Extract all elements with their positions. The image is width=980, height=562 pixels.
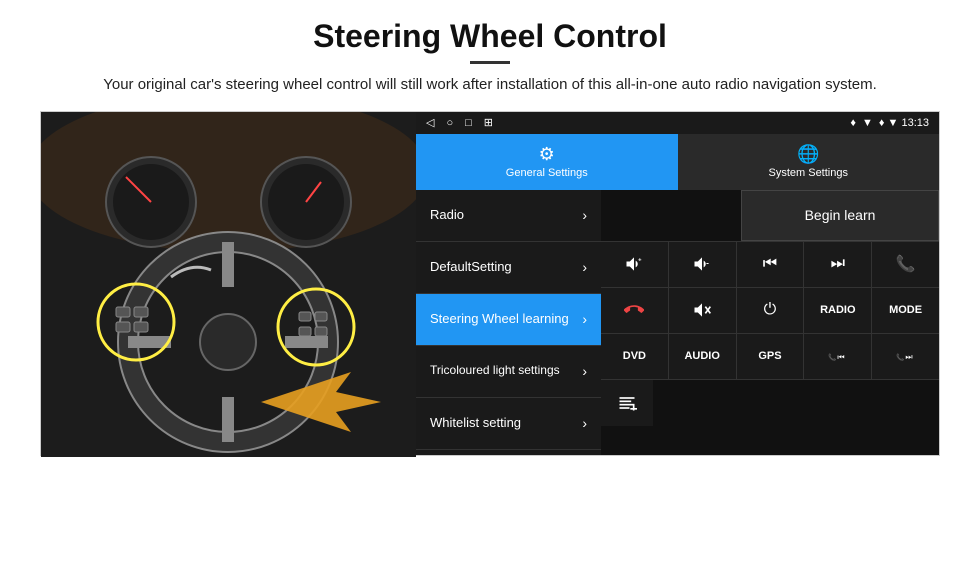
menu-item-default[interactable]: DefaultSetting › — [416, 242, 601, 294]
radio-button[interactable]: RADIO — [804, 288, 872, 333]
apps-icon[interactable]: ⊞ — [484, 116, 493, 129]
controls-row-2: ⏻ RADIO MODE — [601, 288, 939, 334]
svg-text:📞: 📞 — [828, 352, 837, 361]
tab-system[interactable]: 🌐 System Settings — [678, 134, 940, 190]
phone-hangup-button[interactable] — [601, 288, 669, 333]
svg-text:⏭: ⏭ — [905, 352, 912, 361]
next-track-button[interactable]: ⏭ — [804, 242, 872, 287]
tab-general[interactable]: ⚙ General Settings — [416, 134, 678, 190]
menu-item-steering[interactable]: Steering Wheel learning › — [416, 294, 601, 346]
mute-button[interactable] — [669, 288, 737, 333]
vol-down-button[interactable]: - — [669, 242, 737, 287]
begin-learn-button[interactable]: Begin learn — [741, 190, 939, 241]
page-wrapper: Steering Wheel Control Your original car… — [0, 0, 980, 466]
chevron-icon: › — [582, 259, 587, 275]
chevron-icon: › — [582, 363, 587, 379]
menu-controls: Radio › DefaultSetting › Steering Wheel … — [416, 190, 939, 455]
phone-answer-button[interactable]: 📞 — [872, 242, 939, 287]
gps-button[interactable]: GPS — [737, 334, 805, 379]
car-image-area — [41, 112, 416, 457]
begin-learn-row: Begin learn — [601, 190, 939, 242]
menu-item-tricoloured[interactable]: Tricoloured light settings › — [416, 346, 601, 398]
status-bar-left: ◁ ○ □ ⊞ — [426, 116, 493, 129]
right-controls: Begin learn + — [601, 190, 939, 455]
chevron-icon: › — [582, 207, 587, 223]
android-ui: ◁ ○ □ ⊞ ♦ ▼ ♦ ▼ 13:13 ⚙ General Settings — [416, 112, 939, 455]
tab-bar: ⚙ General Settings 🌐 System Settings — [416, 134, 939, 190]
power-button[interactable]: ⏻ — [737, 288, 805, 333]
svg-text:⏮: ⏮ — [837, 352, 844, 361]
svg-text:-: - — [706, 258, 709, 268]
status-bar-right: ♦ ▼ ♦ ▼ 13:13 — [850, 117, 929, 129]
wifi-icon: ▼ — [862, 117, 873, 129]
chevron-icon: › — [582, 415, 587, 431]
back-icon[interactable]: ◁ — [426, 116, 434, 129]
left-menu: Radio › DefaultSetting › Steering Wheel … — [416, 190, 601, 455]
gear-icon: ⚙ — [539, 144, 555, 165]
menu-item-whitelist[interactable]: Whitelist setting › — [416, 398, 601, 450]
mode-button[interactable]: MODE — [872, 288, 939, 333]
menu-item-radio[interactable]: Radio › — [416, 190, 601, 242]
chevron-icon: › — [582, 311, 587, 327]
prev-track-button[interactable]: ⏮ — [737, 242, 805, 287]
vol-up-button[interactable]: + — [601, 242, 669, 287]
empty-cell — [601, 190, 741, 241]
list-icon-button[interactable] — [601, 380, 653, 426]
clock: ♦ ▼ 13:13 — [879, 117, 929, 129]
svg-text:+: + — [639, 258, 643, 264]
system-icon: 🌐 — [797, 144, 819, 165]
controls-row-3: DVD AUDIO GPS 📞 ⏮ — [601, 334, 939, 380]
svg-text:📞: 📞 — [896, 352, 905, 361]
dvd-button[interactable]: DVD — [601, 334, 669, 379]
title-divider — [470, 61, 510, 64]
controls-row-4 — [601, 380, 939, 426]
signal-icon: ♦ — [850, 117, 856, 129]
tel-prev-button[interactable]: 📞 ⏮ — [804, 334, 872, 379]
status-bar: ◁ ○ □ ⊞ ♦ ▼ ♦ ▼ 13:13 — [416, 112, 939, 134]
page-subtitle: Your original car's steering wheel contr… — [40, 74, 940, 97]
home-icon[interactable]: ○ — [446, 117, 453, 129]
page-title: Steering Wheel Control — [40, 18, 940, 55]
content-area: ◁ ○ □ ⊞ ♦ ▼ ♦ ▼ 13:13 ⚙ General Settings — [40, 111, 940, 456]
recents-icon[interactable]: □ — [465, 117, 472, 129]
audio-button[interactable]: AUDIO — [669, 334, 737, 379]
controls-row-1: + - ⏮ ⏭ — [601, 242, 939, 288]
tel-next-button[interactable]: 📞 ⏭ — [872, 334, 939, 379]
